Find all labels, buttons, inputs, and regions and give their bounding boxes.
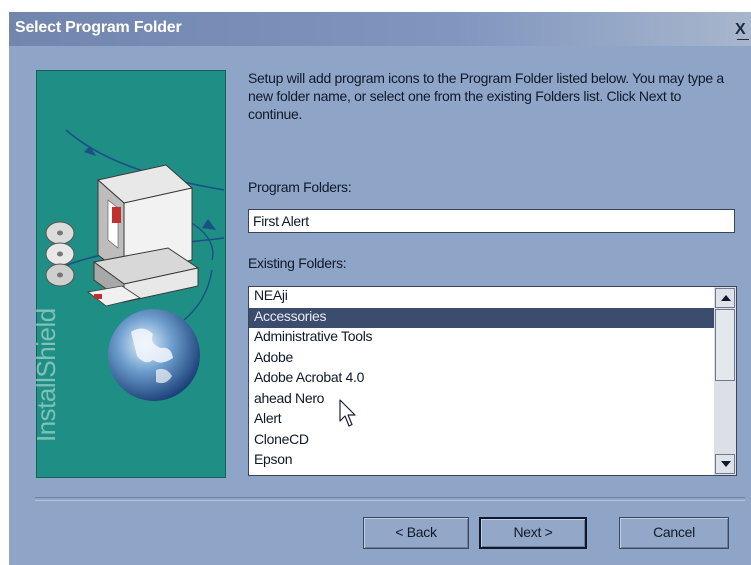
- list-item[interactable]: Epson: [249, 451, 715, 472]
- cd-icon: [45, 221, 75, 287]
- scroll-thumb[interactable]: [715, 309, 735, 381]
- button-separator: [35, 497, 745, 501]
- list-item[interactable]: Adobe Acrobat 4.0: [249, 369, 715, 390]
- list-scrollbar[interactable]: [714, 287, 736, 475]
- scroll-up-arrow-icon[interactable]: [715, 288, 735, 308]
- list-item-selected[interactable]: Accessories: [249, 307, 715, 328]
- existing-folders-label: Existing Folders:: [248, 255, 347, 271]
- cancel-button[interactable]: Cancel: [619, 517, 729, 549]
- instructions-text: Setup will add program icons to the Prog…: [248, 70, 724, 122]
- existing-folders-list[interactable]: NEAji Accessories Administrative Tools A…: [248, 286, 737, 476]
- program-folder-input[interactable]: First Alert: [248, 209, 735, 233]
- list-item[interactable]: Administrative Tools: [249, 328, 715, 349]
- list-item[interactable]: Alert: [249, 410, 715, 431]
- installshield-side-image: InstallShield: [36, 70, 226, 478]
- list-item[interactable]: Adobe: [249, 349, 715, 370]
- select-program-folder-dialog: Select Program Folder X InstallShield Se…: [9, 12, 751, 565]
- scroll-down-arrow-icon[interactable]: [715, 454, 735, 474]
- close-icon[interactable]: X: [735, 21, 751, 41]
- list-item[interactable]: NEAji: [249, 287, 715, 308]
- globe-icon: [108, 309, 200, 401]
- list-item[interactable]: ahead Nero: [249, 390, 715, 411]
- list-item[interactable]: CloneCD: [249, 431, 715, 452]
- computer-icon: [87, 164, 200, 307]
- dialog-title: Select Program Folder: [15, 19, 182, 36]
- next-button[interactable]: Next >: [479, 517, 587, 549]
- program-folders-label: Program Folders:: [248, 179, 352, 195]
- back-button[interactable]: < Back: [363, 517, 469, 549]
- mouse-pointer-icon: [339, 399, 356, 427]
- installshield-brand-text: InstallShield: [36, 308, 61, 442]
- title-bar[interactable]: Select Program Folder X: [9, 12, 751, 46]
